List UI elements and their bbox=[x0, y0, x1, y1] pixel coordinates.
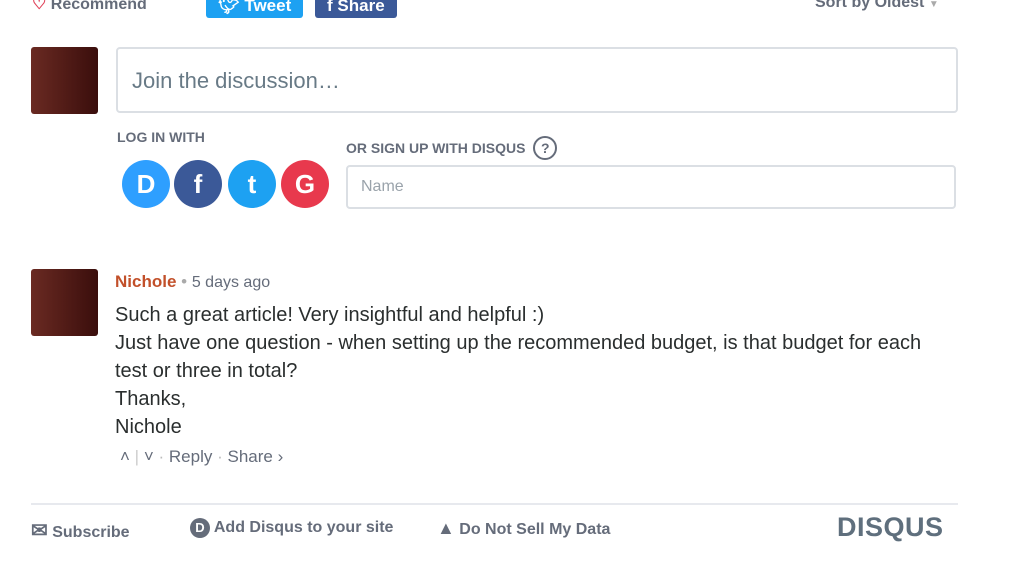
heart-icon: ♡ bbox=[32, 0, 47, 13]
comment-avatar[interactable] bbox=[31, 269, 98, 336]
share-comment-button[interactable]: Share › bbox=[228, 447, 284, 466]
subscribe-link[interactable]: ✉ Subscribe bbox=[31, 518, 130, 543]
divider bbox=[31, 503, 958, 505]
disqus-icon: D bbox=[190, 518, 210, 538]
do-not-sell-link[interactable]: ▲ Do Not Sell My Data bbox=[437, 518, 610, 539]
twitter-icon: 🐦︎ bbox=[218, 0, 240, 15]
comment-input[interactable]: Join the discussion… bbox=[116, 47, 958, 113]
comment-meta: Nichole • 5 days ago bbox=[115, 272, 271, 291]
comment-time[interactable]: 5 days ago bbox=[192, 274, 270, 291]
login-label: LOG IN WITH bbox=[117, 129, 205, 145]
tweet-button[interactable]: 🐦︎ Tweet bbox=[206, 0, 304, 18]
recommend-button[interactable]: ♡ Recommend bbox=[32, 0, 147, 14]
name-input[interactable]: Name bbox=[346, 165, 956, 209]
facebook-login-icon[interactable]: f bbox=[174, 160, 222, 208]
add-disqus-link[interactable]: D Add Disqus to your site bbox=[190, 518, 393, 538]
comment-author[interactable]: Nichole bbox=[115, 272, 176, 291]
share-button[interactable]: f Share bbox=[315, 0, 397, 18]
comment-actions: ˄ | ˅ · Reply · Share › bbox=[120, 447, 284, 466]
comment-body: Such a great article! Very insightful an… bbox=[115, 304, 922, 438]
downvote-icon[interactable]: ˅ bbox=[144, 447, 154, 466]
upvote-icon[interactable]: ˄ bbox=[120, 447, 130, 466]
warning-icon: ▲ bbox=[437, 518, 455, 538]
disqus-logo[interactable]: DISQUS bbox=[837, 512, 944, 543]
avatar bbox=[31, 47, 98, 114]
signup-label: OR SIGN UP WITH DISQUS ? bbox=[346, 136, 558, 160]
envelope-icon: ✉ bbox=[31, 520, 48, 542]
disqus-login-icon[interactable]: D bbox=[122, 160, 170, 208]
google-login-icon[interactable]: G bbox=[281, 160, 329, 208]
reply-button[interactable]: Reply bbox=[169, 447, 212, 466]
twitter-login-icon[interactable]: t bbox=[228, 160, 276, 208]
sort-dropdown[interactable]: Sort by Oldest ▼ bbox=[815, 0, 939, 12]
help-icon[interactable]: ? bbox=[533, 136, 558, 160]
caret-down-icon: ▼ bbox=[928, 0, 939, 10]
facebook-icon: f bbox=[327, 0, 333, 15]
